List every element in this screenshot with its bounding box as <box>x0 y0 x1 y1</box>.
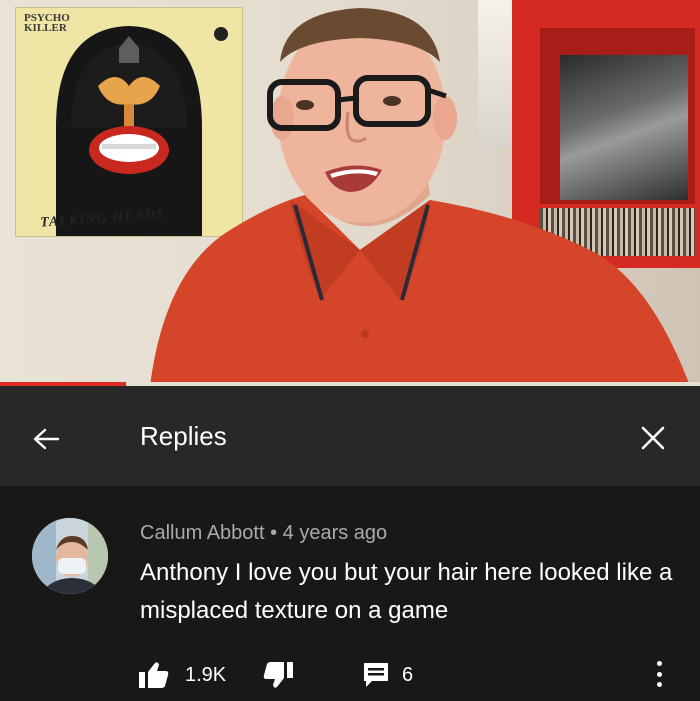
thumbs-up-icon <box>139 662 169 688</box>
back-button[interactable] <box>30 423 62 455</box>
more-vertical-icon <box>656 661 662 666</box>
more-options-button[interactable] <box>650 656 668 692</box>
arrow-left-icon <box>33 428 60 450</box>
replies-header <box>0 386 700 486</box>
like-count: 1.9K <box>185 664 227 686</box>
close-button[interactable] <box>636 421 670 455</box>
reply-count: 6 <box>402 664 414 686</box>
comment-text: Anthony I love you but your hair here lo… <box>140 559 673 624</box>
meta-separator: • <box>270 522 278 544</box>
thumbs-down-icon <box>263 662 293 688</box>
like-button[interactable] <box>138 661 170 689</box>
avatar[interactable] <box>32 518 108 594</box>
comment-author[interactable]: Callum Abbott <box>140 522 265 544</box>
dislike-button[interactable] <box>262 661 294 689</box>
user-avatar-image <box>32 518 108 594</box>
reply-button[interactable] <box>362 661 390 689</box>
presenter <box>150 8 690 386</box>
video-player[interactable]: PSYCHO KILLER TALKING HEADS <box>0 0 700 386</box>
close-icon <box>641 426 665 450</box>
comment-time: 4 years ago <box>282 522 388 544</box>
comment-meta: Callum Abbott • 4 years ago <box>140 522 387 545</box>
replies-title: Replies <box>140 421 227 451</box>
comment-icon <box>364 663 388 687</box>
